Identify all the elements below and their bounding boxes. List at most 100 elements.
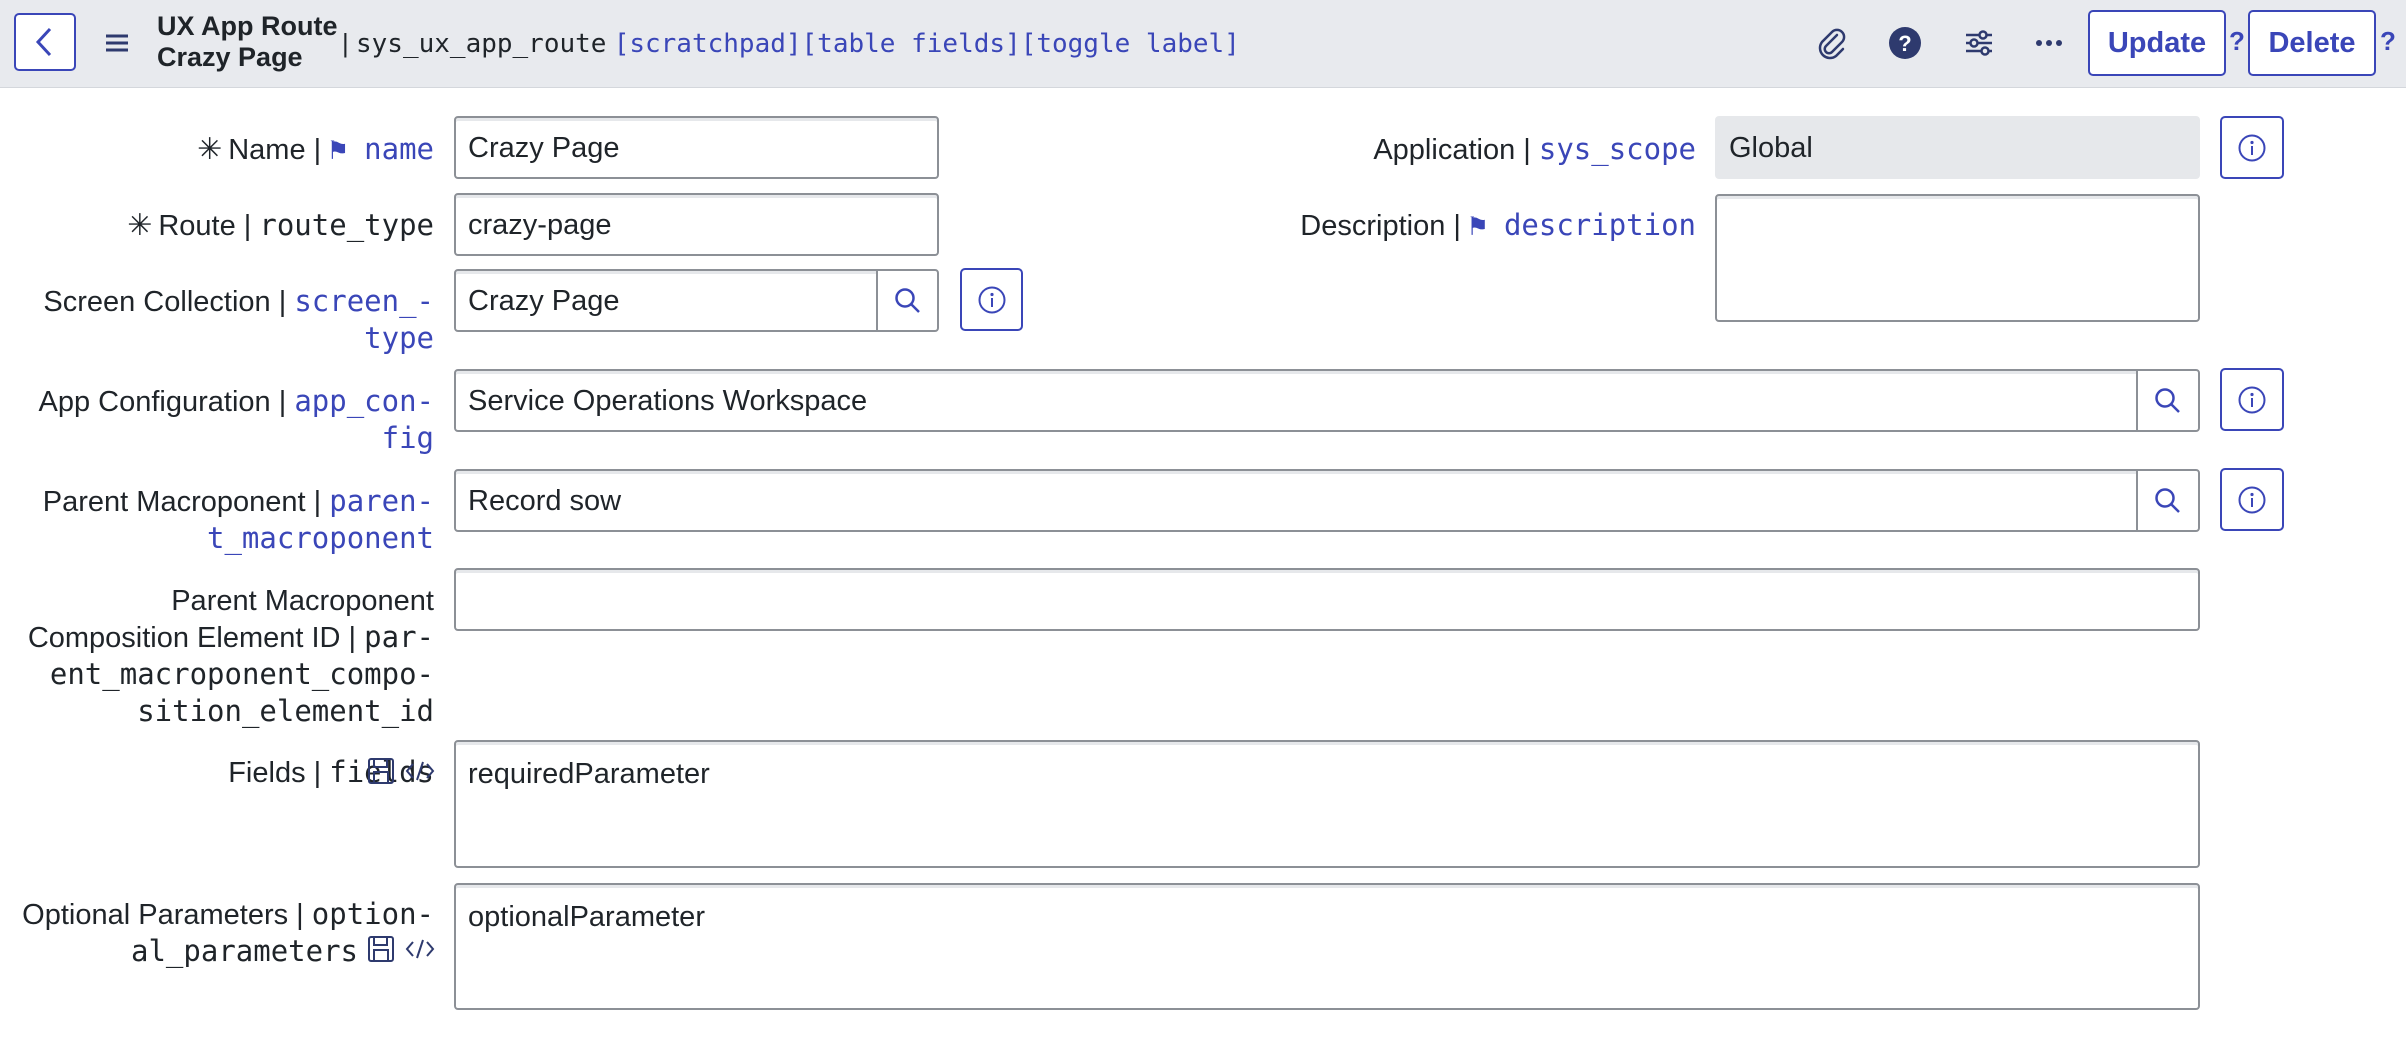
required-icon: ✳ [127, 209, 153, 242]
application-info-button[interactable] [2220, 116, 2284, 179]
parent-macroponent-info-button[interactable] [2220, 468, 2284, 531]
route-label-sep: | [235, 210, 260, 242]
parent-macroponent-field-name-1[interactable]: paren- [329, 484, 434, 518]
screen-collection-label: Screen Collection | screen_- type [0, 283, 434, 357]
info-icon [2238, 134, 2266, 161]
optional-parameters-field-name-1: option- [311, 897, 434, 931]
back-button[interactable] [14, 13, 76, 71]
route-field-name: route_type [259, 208, 434, 242]
search-icon [894, 287, 920, 313]
application-label-sep: | [1515, 134, 1539, 166]
name-label-sep: | [305, 134, 330, 166]
screen-collection-lookup-button[interactable] [877, 269, 939, 332]
composition-element-input[interactable] [454, 568, 2200, 631]
application-field-name[interactable]: sys_scope [1539, 132, 1696, 166]
info-icon [978, 286, 1005, 313]
application-input: Global [1715, 116, 2200, 179]
app-config-label: App Configuration | app_con- fig [0, 383, 435, 457]
sliders-icon[interactable] [1960, 24, 1998, 62]
fields-label-icons [366, 756, 438, 788]
app-config-field-name-2[interactable]: fig [382, 421, 434, 455]
table-name: sys_ux_app_route [356, 29, 607, 59]
optional-parameters-label-sep: | [288, 899, 312, 931]
composition-element-field-name-2: ent_macroponent_compo- [49, 657, 434, 691]
scratchpad-link[interactable]: [scratchpad] [614, 29, 802, 59]
more-icon[interactable] [2030, 24, 2068, 62]
info-icon [2238, 486, 2266, 513]
app-config-label-sep: | [270, 386, 295, 418]
name-field-name[interactable]: name [364, 132, 434, 166]
screen-collection-label-text: Screen Collection [43, 286, 271, 318]
parent-macroponent-label-sep: | [305, 486, 330, 518]
composition-element-field-name-1: par- [364, 620, 434, 654]
form-header: UX App Route Crazy Page | sys_ux_app_rou… [0, 0, 2406, 88]
name-input[interactable]: Crazy Page [454, 116, 939, 179]
save-icon[interactable] [366, 756, 396, 786]
name-label: ✳ Name | ⚑ name [14, 131, 434, 168]
route-label: ✳ Route | route_type [14, 207, 434, 244]
search-icon [2155, 387, 2180, 413]
composition-element-field-name-3: sition_element_id [137, 694, 434, 728]
parent-macroponent-field-name-2[interactable]: t_macroponent [207, 521, 434, 555]
screen-collection-info-button[interactable] [960, 268, 1023, 331]
composition-element-label-text-1: Parent Macroponent [171, 585, 434, 617]
screen-collection-input[interactable]: Crazy Page [454, 269, 878, 332]
name-label-text: Name [228, 134, 306, 166]
title-table-label: UX App Route [157, 11, 338, 41]
description-label-sep: | [1445, 210, 1470, 242]
required-icon: ✳ [197, 133, 223, 166]
back-icon [35, 27, 52, 57]
delete-help-link[interactable]: ? [2380, 26, 2396, 57]
help-icon[interactable]: ? [1886, 24, 1924, 62]
menu-icon[interactable] [102, 28, 132, 58]
app-config-input[interactable]: Service Operations Workspace [454, 369, 2138, 432]
description-textarea[interactable] [1715, 194, 2200, 322]
fields-textarea[interactable]: requiredParameter [454, 740, 2200, 868]
optional-parameters-label-icons [366, 934, 438, 966]
code-icon[interactable] [404, 934, 436, 964]
record-title: UX App Route Crazy Page [157, 11, 337, 73]
table-fields-link[interactable]: [table fields] [802, 29, 1021, 59]
title-separator: | [342, 28, 349, 58]
description-label: Description | ⚑ description [1236, 207, 1696, 244]
paperclip-icon[interactable] [1813, 24, 1851, 62]
parent-macroponent-input[interactable]: Record sow [454, 469, 2138, 532]
name-flag-icon: ⚑ [329, 132, 365, 166]
fields-label-text: Fields [228, 757, 306, 789]
screen-collection-field-name-2[interactable]: type [364, 321, 434, 355]
parent-macroponent-lookup-button[interactable] [2137, 469, 2200, 532]
composition-element-label-text-2: Composition Element ID [27, 622, 341, 654]
screen-collection-label-sep: | [270, 286, 295, 318]
description-label-text: Description [1300, 210, 1446, 242]
delete-button[interactable]: Delete [2248, 10, 2376, 76]
parent-macroponent-label: Parent Macroponent | paren- t_macroponen… [0, 483, 434, 557]
save-icon[interactable] [366, 934, 396, 964]
fields-label-sep: | [305, 757, 330, 789]
app-config-label-text: App Configuration [38, 386, 271, 418]
app-config-info-button[interactable] [2220, 368, 2284, 431]
title-record-name: Crazy Page [157, 42, 303, 72]
update-help-link[interactable]: ? [2229, 26, 2245, 57]
optional-parameters-textarea[interactable]: optionalParameter [454, 883, 2200, 1010]
code-icon[interactable] [404, 756, 436, 786]
svg-text:?: ? [1898, 31, 1911, 56]
optional-parameters-field-name-2: al_parameters [131, 934, 358, 968]
search-icon [2155, 487, 2180, 513]
route-label-text: Route [158, 210, 236, 242]
parent-macroponent-label-text: Parent Macroponent [42, 486, 306, 518]
update-button[interactable]: Update [2088, 10, 2226, 76]
description-flag-icon: ⚑ [1469, 208, 1504, 242]
application-label-text: Application [1373, 134, 1516, 166]
route-input[interactable]: crazy-page [454, 193, 939, 256]
toggle-label-link[interactable]: [toggle label] [1021, 29, 1240, 59]
description-field-name[interactable]: description [1504, 208, 1696, 242]
screen-collection-field-name-1[interactable]: screen_- [294, 284, 434, 318]
composition-element-label: Parent Macroponent Composition Element I… [0, 583, 434, 730]
info-icon [2238, 386, 2266, 413]
application-label: Application | sys_scope [1276, 131, 1696, 168]
app-config-lookup-button[interactable] [2137, 369, 2200, 432]
composition-element-label-sep: | [340, 622, 365, 654]
title-meta: | sys_ux_app_route [scratchpad][table fi… [342, 27, 1240, 60]
app-config-field-name-1[interactable]: app_con- [294, 384, 434, 418]
optional-parameters-label-text: Optional Parameters [22, 899, 289, 931]
